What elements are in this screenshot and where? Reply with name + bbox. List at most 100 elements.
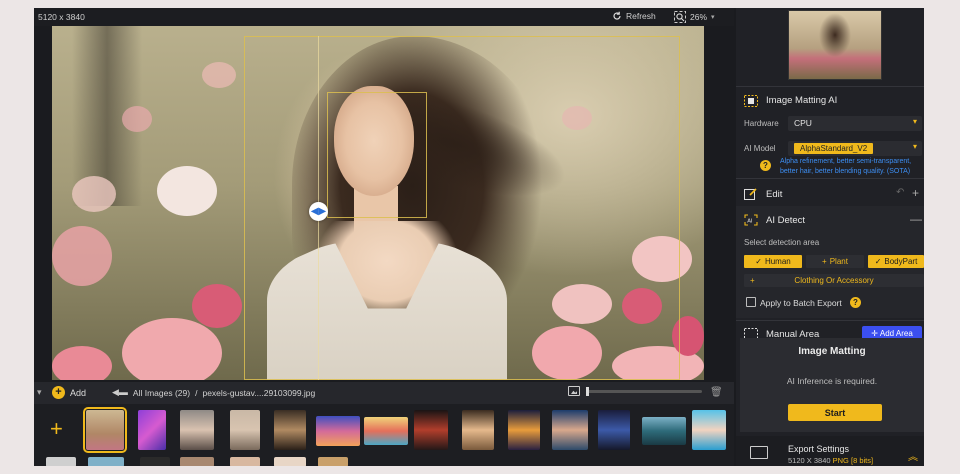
help-icon[interactable]: ? [760,160,771,171]
thumbnail-item[interactable] [88,457,124,466]
back-arrow-icon[interactable]: ◀▬ [112,387,128,398]
ai-detect-icon: AI [744,214,758,226]
detect-tag-bodypart[interactable]: ✓ BodyPart [868,255,924,268]
thumbnail-item[interactable] [316,416,360,446]
collapse-minus-icon[interactable]: — [910,212,922,226]
tag-label: Clothing Or Accessory [794,276,874,285]
zoom-control[interactable]: 26% ▾ [674,11,715,23]
refresh-button[interactable]: Refresh [612,11,656,21]
thumbnail-item[interactable] [598,410,630,450]
batch-export-checkbox[interactable] [746,297,756,307]
thumbnail-item[interactable] [414,410,448,450]
chevron-up-icon[interactable]: ︽ [908,448,918,463]
detect-tag-clothing[interactable]: + Clothing Or Accessory [744,274,924,287]
export-info: 5120 X 3840 PNG [8 bits] [788,456,873,465]
start-button[interactable]: Start [788,404,882,421]
thumbnail-item[interactable] [692,410,726,450]
export-dims: 5120 X 3840 [788,456,831,465]
divider [736,178,924,179]
tag-label: Plant [829,257,848,266]
thumbnail-item[interactable] [180,410,214,450]
detect-tag-human[interactable]: ✓ Human [744,255,802,268]
crosshair-icon: ✛ [871,328,878,338]
thumbnail-size-slider[interactable] [586,386,702,396]
background-flower [122,318,222,380]
matting-ai-title: Image Matting AI [766,95,838,106]
app-window: 5120 x 3840 Refresh 26% ▾ ◀▶ ▾ + Add ◀▬ … [34,8,924,466]
thumbnail-item[interactable] [140,457,170,466]
image-matting-card: Image Matting AI Inference is required. … [740,338,924,432]
compare-split-handle[interactable]: ◀▶ [309,202,328,221]
thumbnail-item[interactable] [274,457,306,466]
thumbnail-item[interactable] [230,410,260,450]
image-icon [568,386,580,396]
background-flower [202,62,236,88]
thumbnail-size-control [568,386,702,396]
ai-model-hint: Alpha refinement, better semi-transparen… [780,158,912,175]
tag-label: BodyPart [884,257,918,266]
image-matting-title: Image Matting [798,346,866,357]
edit-section[interactable]: Edit ↶ + [736,180,924,206]
image-browser-bar: ▾ + Add ◀▬ All Images (29) / pexels-gust… [34,382,734,404]
chevron-down-icon: ▾ [912,142,917,151]
export-monitor-icon [750,446,768,459]
thumbnail-item[interactable] [230,457,260,466]
hardware-label: Hardware [744,119,779,128]
add-image-button[interactable]: + Add [52,386,86,399]
breadcrumb: ◀▬ All Images (29) / pexels-gustav....29… [112,387,315,398]
breadcrumb-file: pexels-gustav....29103099.jpg [202,387,316,398]
trash-icon[interactable]: 🗑 [710,387,723,398]
slider-knob[interactable] [586,386,589,396]
thumbnail-item[interactable] [642,417,686,445]
hardware-value: CPU [794,118,812,128]
detection-box-face[interactable] [327,92,427,218]
export-settings[interactable]: Export Settings 5120 X 3840 PNG [8 bits]… [736,436,924,466]
thumbnail-item[interactable] [318,457,348,466]
image-dimensions: 5120 x 3840 [38,12,85,22]
refresh-icon [613,11,621,20]
plus-icon: + [822,257,827,266]
thumbnail-item[interactable] [138,410,166,450]
tag-label: Human [764,257,791,266]
hardware-select[interactable]: CPU ▾ [788,116,922,131]
export-bits: [8 bits] [851,456,874,465]
divider [736,86,924,87]
matting-ai-icon [744,95,758,107]
chevron-down-icon: ▾ [711,14,715,21]
breadcrumb-all-images[interactable]: All Images (29) [133,388,190,398]
ai-detect-title: AI Detect [766,215,806,226]
thumbnail-item[interactable] [83,407,127,453]
ai-model-select[interactable]: AlphaStandard_V2 ▾ [788,141,922,156]
matting-ai-section: Image Matting AI Hardware CPU ▾ AI Model… [736,88,924,186]
thumbnail-item[interactable] [364,417,408,445]
thumbnail-item[interactable] [180,457,214,466]
thumbnail-item[interactable] [462,410,494,450]
right-panel: Image Matting AI Hardware CPU ▾ AI Model… [736,8,924,466]
add-area-label: Add Area [879,328,913,338]
add-thumbnail-plus-icon[interactable]: + [50,418,63,440]
ai-model-value: AlphaStandard_V2 [794,143,874,154]
breadcrumb-separator: / [195,387,198,398]
batch-export-label: Apply to Batch Export [760,298,842,308]
thumbnail-item[interactable] [274,410,306,450]
plus-icon: + [750,276,755,285]
refresh-label: Refresh [626,11,656,21]
thumbnail-item[interactable] [46,457,76,466]
thumbnail-item[interactable] [508,410,540,450]
canvas-toolbar: 5120 x 3840 Refresh 26% ▾ [34,8,734,26]
thumbnail-strip: + [34,404,734,466]
edit-icon [744,188,757,200]
chevron-down-icon: ▾ [912,117,917,126]
check-icon: ✓ [755,257,762,266]
plus-icon: + [52,386,65,399]
collapse-icon[interactable]: ▾ [37,387,42,398]
help-icon[interactable]: ? [850,297,861,308]
detect-tag-plant[interactable]: + Plant [806,255,864,268]
preview-thumbnail [788,10,882,80]
background-flower [52,226,112,286]
zoom-level: 26% [690,12,708,22]
thumbnail-item[interactable] [552,410,588,450]
undo-icon[interactable]: ↶ [896,187,904,198]
image-canvas[interactable]: ◀▶ [52,26,704,380]
plus-icon[interactable]: + [912,186,919,200]
